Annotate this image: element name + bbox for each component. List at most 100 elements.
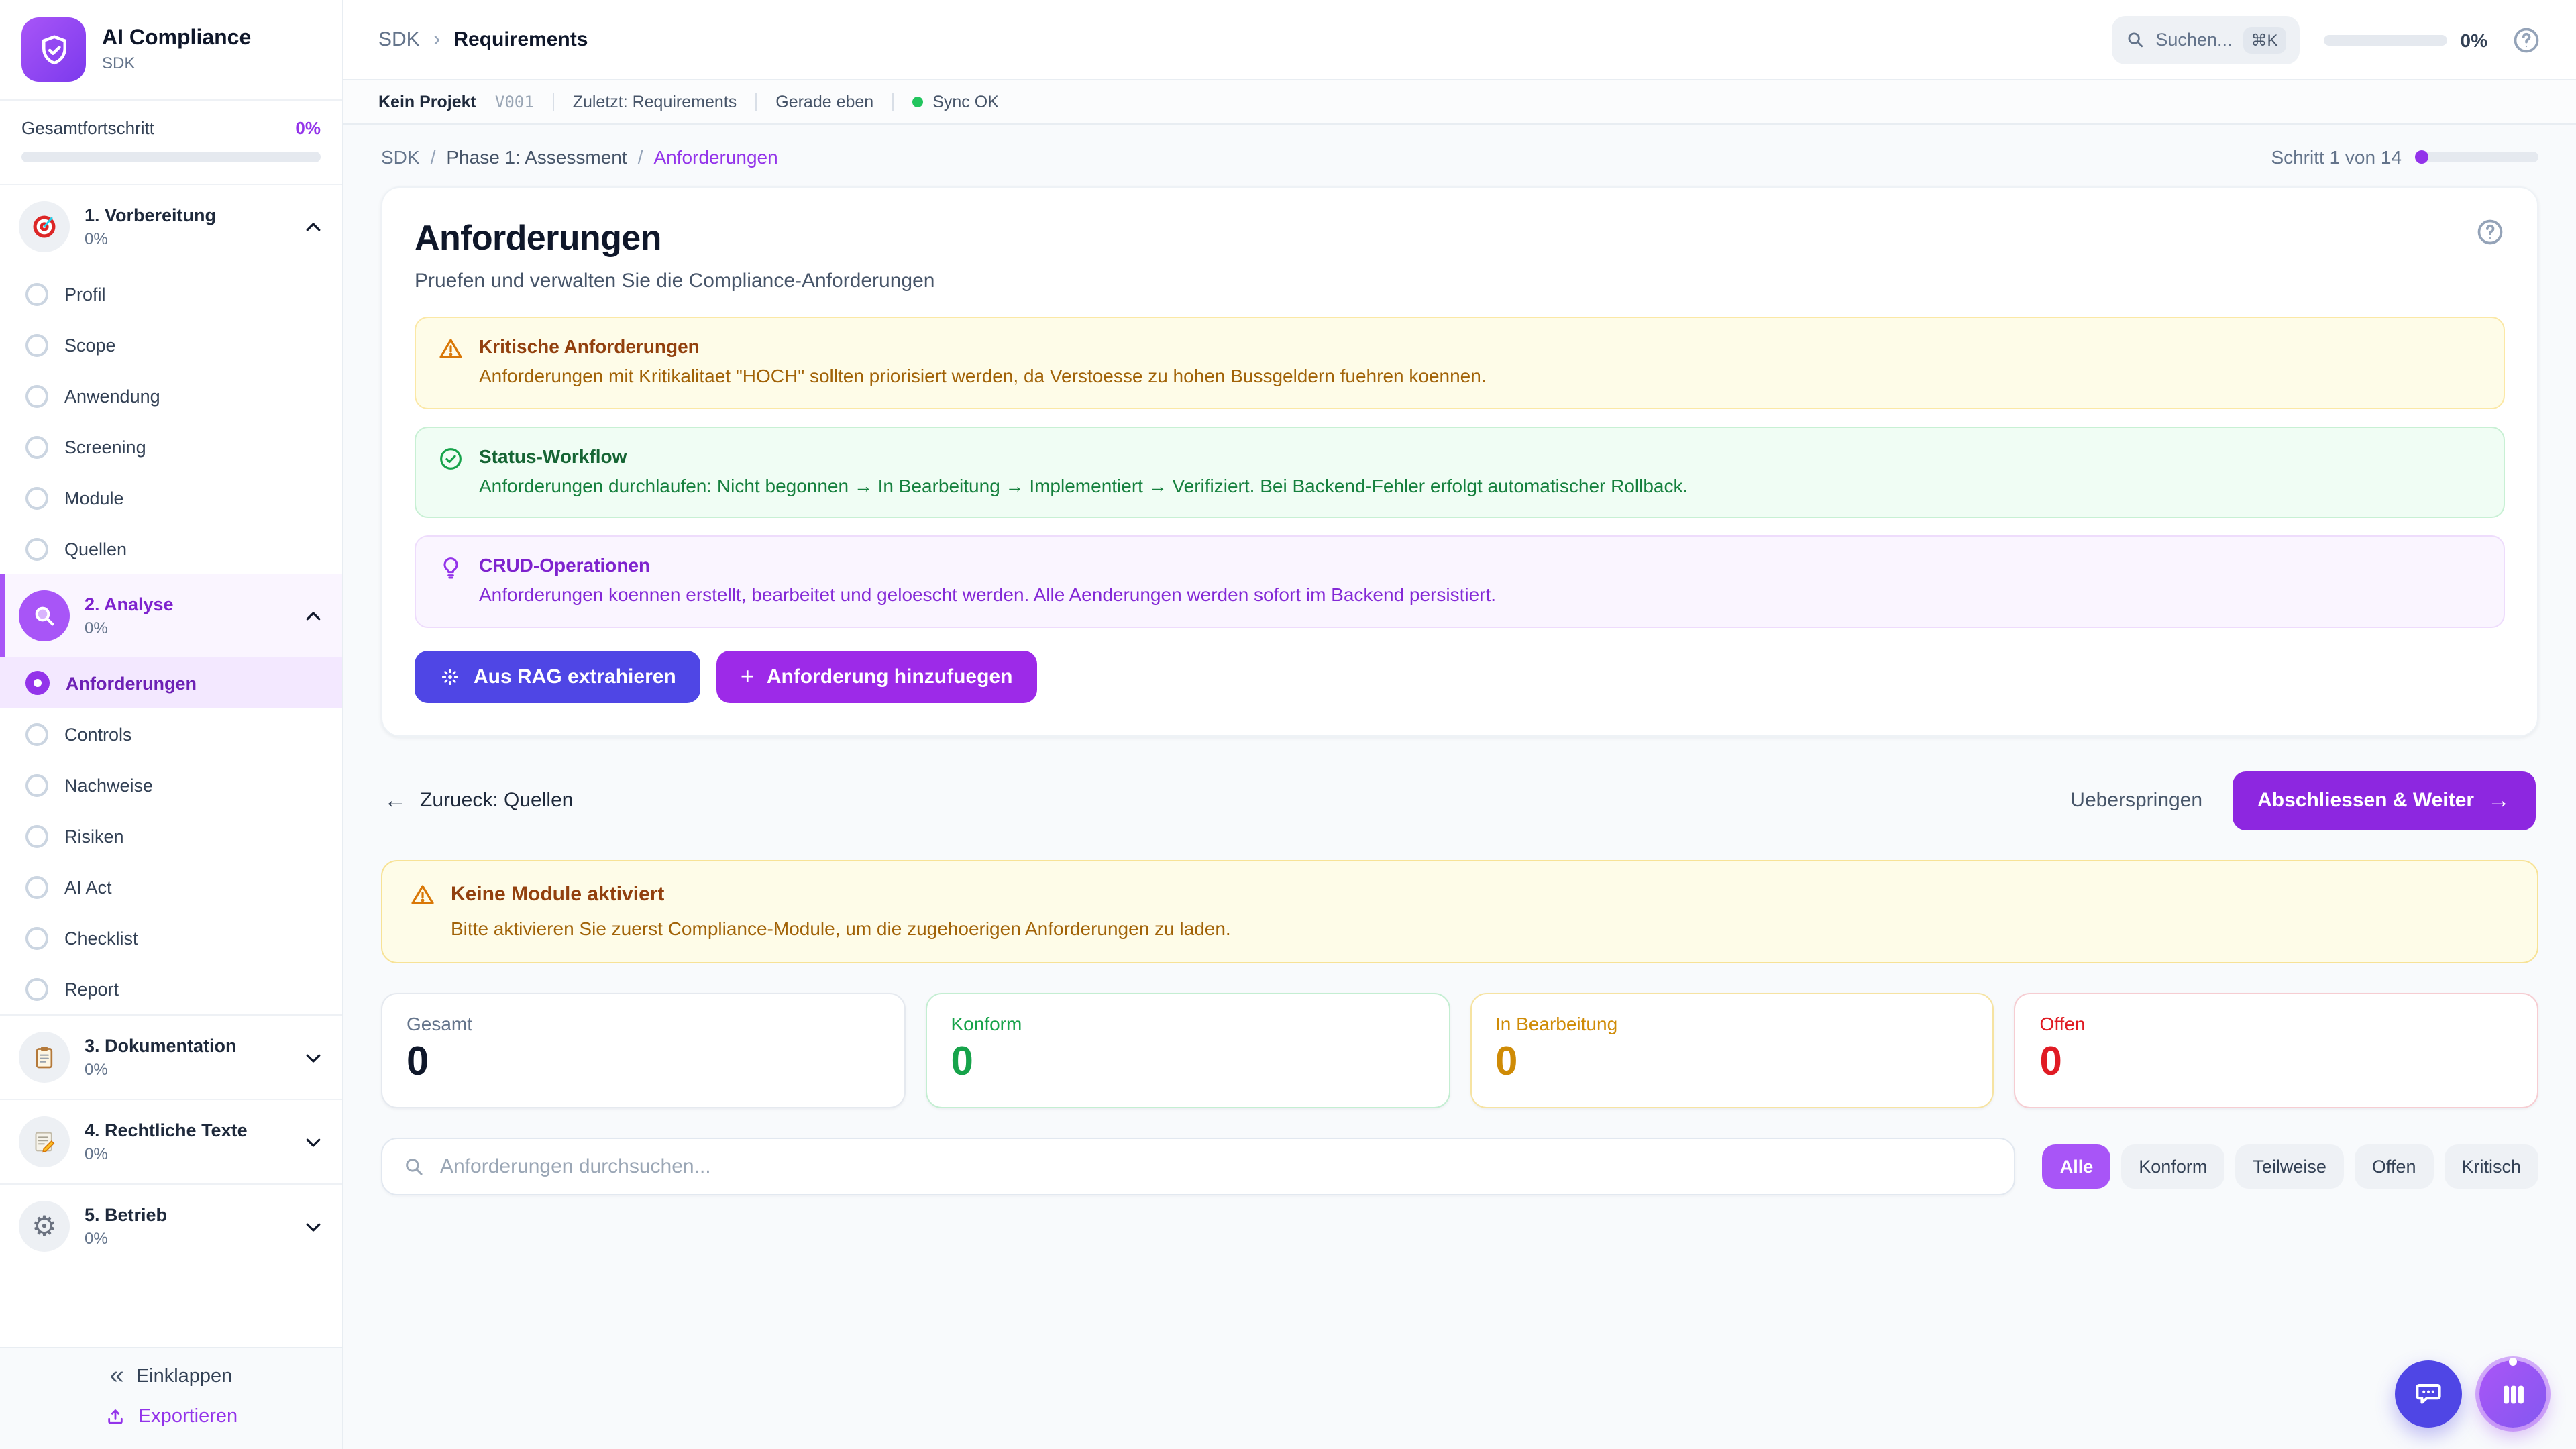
sidebar-section-analyse[interactable]: 2. Analyse 0% — [0, 574, 342, 657]
callout-title: CRUD-Operationen — [479, 554, 2482, 576]
radio-circle-icon — [25, 722, 48, 745]
breadcrumb-phase[interactable]: Phase 1: Assessment — [446, 146, 627, 168]
slash-separator: / — [431, 146, 436, 168]
sidebar-item-label: Controls — [64, 724, 132, 744]
sidebar-item-anwendung[interactable]: Anwendung — [0, 370, 342, 421]
section-label: 5. Betrieb — [85, 1205, 288, 1225]
step-progress: Schritt 1 von 14 — [2271, 146, 2538, 168]
radio-circle-icon — [25, 486, 48, 509]
sidebar-item-label: AI Act — [64, 877, 112, 897]
plus-icon: + — [741, 669, 755, 685]
back-label: Zurueck: Quellen — [420, 790, 573, 812]
sidebar-section-rechtliche-texte[interactable]: 4. Rechtliche Texte 0% — [0, 1100, 342, 1183]
filter-chip-konform[interactable]: Konform — [2121, 1144, 2224, 1189]
radio-circle-icon — [25, 435, 48, 458]
target-icon — [19, 201, 70, 252]
chevron-up-icon — [303, 217, 323, 237]
stat-card-konform: Konform 0 — [926, 993, 1450, 1108]
filter-chip-alle[interactable]: Alle — [2043, 1144, 2111, 1189]
sidebar-item-screening[interactable]: Screening — [0, 421, 342, 472]
sidebar-item-label: Quellen — [64, 539, 127, 559]
collapse-sidebar-button[interactable]: « Einklappen — [110, 1366, 233, 1387]
warning-triangle-icon — [437, 335, 464, 390]
chevron-up-icon — [303, 606, 323, 626]
section-percent: 0% — [85, 619, 288, 637]
add-requirement-button[interactable]: + Anforderung hinzufuegen — [716, 651, 1037, 703]
section-percent: 0% — [85, 1144, 288, 1163]
chat-assistant-button[interactable] — [2395, 1360, 2462, 1428]
check-circle-icon — [437, 445, 464, 499]
filter-chip-kritisch[interactable]: Kritisch — [2444, 1144, 2538, 1189]
arrow-right-icon: → — [2487, 788, 2510, 814]
sparkle-icon — [439, 665, 462, 688]
filter-chip-offen[interactable]: Offen — [2355, 1144, 2434, 1189]
back-to-quellen-link[interactable]: ← Zurueck: Quellen — [384, 788, 573, 814]
help-icon[interactable] — [2512, 25, 2541, 54]
radio-circle-icon — [25, 384, 48, 407]
topbar-breadcrumb-root[interactable]: SDK — [378, 28, 420, 51]
sidebar-item-label: Screening — [64, 437, 146, 457]
sidebar-item-report[interactable]: Report — [0, 963, 342, 1014]
radio-circle-icon — [25, 282, 48, 305]
collapse-label: Einklappen — [136, 1366, 233, 1387]
callout-text: Anforderungen mit Kritikalitaet "HOCH" s… — [479, 364, 2482, 390]
clipboard-icon — [19, 1032, 70, 1083]
extract-from-rag-button[interactable]: Aus RAG extrahieren — [415, 651, 700, 703]
export-button[interactable]: Exportieren — [105, 1406, 237, 1428]
stat-card-gesamt: Gesamt 0 — [381, 993, 906, 1108]
radio-circle-icon — [25, 333, 48, 356]
button-label: Anforderung hinzufuegen — [767, 665, 1013, 688]
callout-text: Anforderungen durchlaufen: Nicht begonne… — [479, 473, 2482, 499]
sidebar-item-controls[interactable]: Controls — [0, 708, 342, 759]
stat-label: In Bearbeitung — [1495, 1013, 1969, 1034]
page-breadcrumb-row: SDK / Phase 1: Assessment / Anforderunge… — [381, 146, 2538, 168]
sidebar-item-label: Risiken — [64, 826, 124, 846]
skip-button[interactable]: Ueberspringen — [2070, 790, 2202, 812]
sidebar-item-profil[interactable]: Profil — [0, 268, 342, 319]
radio-selected-icon — [25, 671, 50, 695]
callout-text: Anforderungen koennen erstellt, bearbeit… — [479, 582, 2482, 608]
status-workflow-callout: Status-Workflow Anforderungen durchlaufe… — [415, 426, 2505, 518]
section-label: 3. Dokumentation — [85, 1036, 288, 1056]
section-percent: 0% — [85, 1060, 288, 1079]
sidebar-item-ai-act[interactable]: AI Act — [0, 861, 342, 912]
sidebar-item-label: Anforderungen — [66, 673, 197, 693]
radio-circle-icon — [25, 773, 48, 796]
breadcrumb-sdk[interactable]: SDK — [381, 146, 420, 168]
sidebar-item-risiken[interactable]: Risiken — [0, 810, 342, 861]
requirements-search-input[interactable] — [440, 1155, 1994, 1178]
sidebar-item-anforderungen[interactable]: Anforderungen — [0, 657, 342, 708]
help-icon[interactable] — [2475, 217, 2505, 247]
stat-label: Gesamt — [407, 1013, 880, 1034]
radio-circle-icon — [25, 537, 48, 560]
no-modules-warning: Keine Module aktiviert Bitte aktivieren … — [381, 860, 2538, 963]
overall-progress-label: Gesamtfortschritt — [21, 118, 154, 138]
last-updated: Gerade eben — [775, 93, 873, 111]
callout-title: Kritische Anforderungen — [479, 335, 2482, 357]
sidebar-item-checklist[interactable]: Checklist — [0, 912, 342, 963]
requirements-search — [381, 1138, 2015, 1195]
sidebar-item-quellen[interactable]: Quellen — [0, 523, 342, 574]
sidebar-section-vorbereitung[interactable]: 1. Vorbereitung 0% — [0, 185, 342, 268]
board-view-button[interactable] — [2479, 1360, 2546, 1428]
global-search-button[interactable]: Suchen... ⌘K — [2111, 15, 2299, 64]
stat-card-in-bearbeitung: In Bearbeitung 0 — [1470, 993, 1994, 1108]
app-brand: AI Compliance SDK — [0, 0, 342, 101]
sidebar-item-label: Anwendung — [64, 386, 160, 406]
sync-label: Sync OK — [932, 93, 999, 111]
step-progress-fill — [2415, 150, 2428, 164]
lightbulb-icon — [437, 554, 464, 608]
version-badge: V001 — [495, 93, 534, 111]
sync-status: Sync OK — [912, 93, 999, 111]
search-placeholder: Suchen... — [2155, 30, 2232, 50]
filter-chip-teilweise[interactable]: Teilweise — [2235, 1144, 2344, 1189]
stat-card-offen: Offen 0 — [2015, 993, 2539, 1108]
sidebar-item-nachweise[interactable]: Nachweise — [0, 759, 342, 810]
sidebar-section-betrieb[interactable]: ⚙ 5. Betrieb 0% — [0, 1185, 342, 1268]
finish-and-next-button[interactable]: Abschliessen & Weiter → — [2232, 771, 2536, 830]
upload-icon — [105, 1406, 126, 1428]
sidebar-section-dokumentation[interactable]: 3. Dokumentation 0% — [0, 1016, 342, 1099]
crud-operations-callout: CRUD-Operationen Anforderungen koennen e… — [415, 535, 2505, 627]
sidebar-item-module[interactable]: Module — [0, 472, 342, 523]
sidebar-item-scope[interactable]: Scope — [0, 319, 342, 370]
